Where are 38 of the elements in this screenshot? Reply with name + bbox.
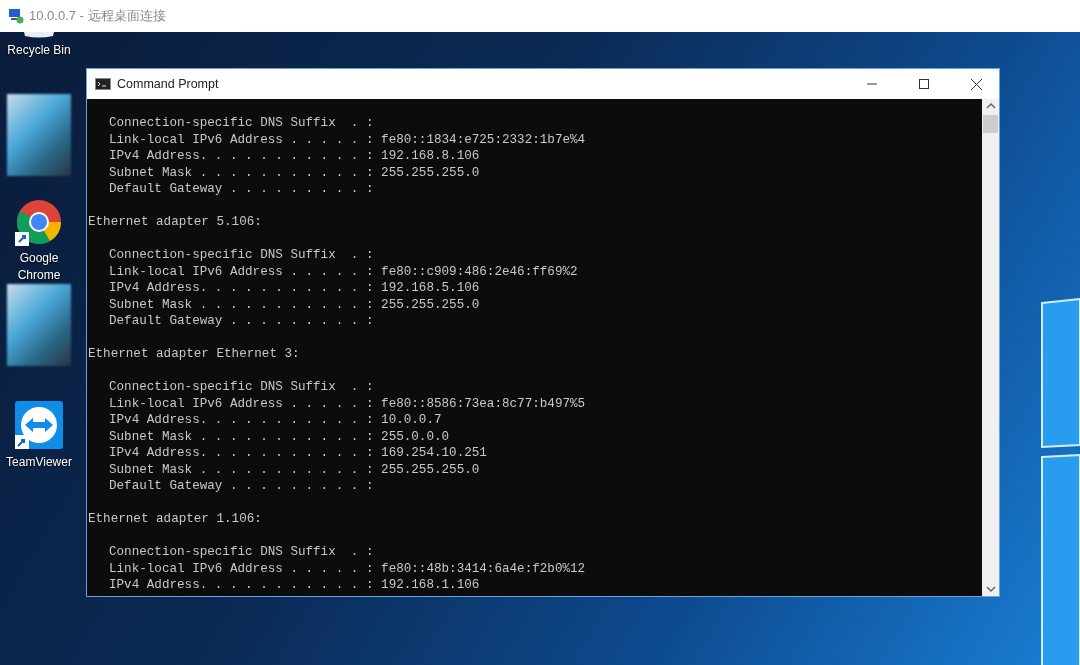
console-line: IPv4 Address. . . . . . . . . . . : 192.168.8.106 <box>108 148 481 165</box>
console-line: Ethernet adapter 5.106: <box>87 214 263 231</box>
desktop-icon-label[interactable]: Recycle Bin <box>7 42 71 59</box>
console-icon <box>95 78 111 90</box>
console-line: Subnet Mask . . . . . . . . . . . : 255.255.255.0 <box>108 296 481 313</box>
console-line: IPv4 Address. . . . . . . . . . . : 169.254.10.251 <box>108 445 488 462</box>
console-window-title: Command Prompt <box>117 77 220 91</box>
console-line: Default Gateway . . . . . . . . . : <box>108 181 375 198</box>
console-line: IPv4 Address. . . . . . . . . . . : 10.0.0.7 <box>108 412 443 429</box>
window-title: 10.0.0.7 - 远程桌面连接 <box>29 7 166 25</box>
console-line: Subnet Mask . . . . . . . . . . . : 255.255.255.0 <box>108 164 481 181</box>
console-line: Ethernet adapter 1.106: <box>87 511 263 528</box>
desktop-icon-label[interactable]: TeamViewer <box>6 454 72 471</box>
scrollbar[interactable] <box>982 99 999 596</box>
console-line: Connection-specific DNS Suffix . : <box>108 379 375 396</box>
scroll-thumb[interactable] <box>983 115 998 133</box>
pixelated-icon[interactable] <box>7 94 71 176</box>
console-line: Link-local IPv6 Address . . . . . : fe80::1834:e725:2332:1b7e%4 <box>108 131 587 148</box>
console-line: Connection-specific DNS Suffix . : <box>108 115 375 132</box>
console-line: Link-local IPv6 Address . . . . . : fe80::48b:3414:6a4e:f2b0%12 <box>108 560 587 577</box>
maximize-icon <box>919 79 929 89</box>
console-line: Link-local IPv6 Address . . . . . : fe80::c909:486:2e46:ff69%2 <box>108 263 579 280</box>
chrome-icon[interactable] <box>15 198 63 246</box>
pixelated-icon[interactable] <box>7 284 71 366</box>
console-line: Connection-specific DNS Suffix . : <box>108 247 375 264</box>
console-line: IPv4 Address. . . . . . . . . . . : 192.168.1.106 <box>108 577 481 594</box>
console-line: Subnet Mask . . . . . . . . . . . : 255.0.0.0 <box>108 428 451 445</box>
console-line: Subnet Mask . . . . . . . . . . . : 255.255.255.0 <box>108 461 481 478</box>
remote-desktop-icon <box>8 8 24 24</box>
desktop-icon-label[interactable]: Google Chrome <box>0 250 78 284</box>
teamviewer-icon[interactable] <box>14 400 64 450</box>
console-line: Link-local IPv6 Address . . . . . : fe80::8586:73ea:8c77:b497%5 <box>108 395 587 412</box>
console-line: Ethernet adapter Ethernet 3: <box>87 346 301 363</box>
console-line: Default Gateway . . . . . . . . . : <box>108 478 375 495</box>
close-icon <box>970 78 982 90</box>
console-line: IPv4 Address. . . . . . . . . . . : 192.168.5.106 <box>108 280 481 297</box>
console-line: Connection-specific DNS Suffix . : <box>108 544 375 561</box>
console-line: Default Gateway . . . . . . . . . : <box>108 313 375 330</box>
